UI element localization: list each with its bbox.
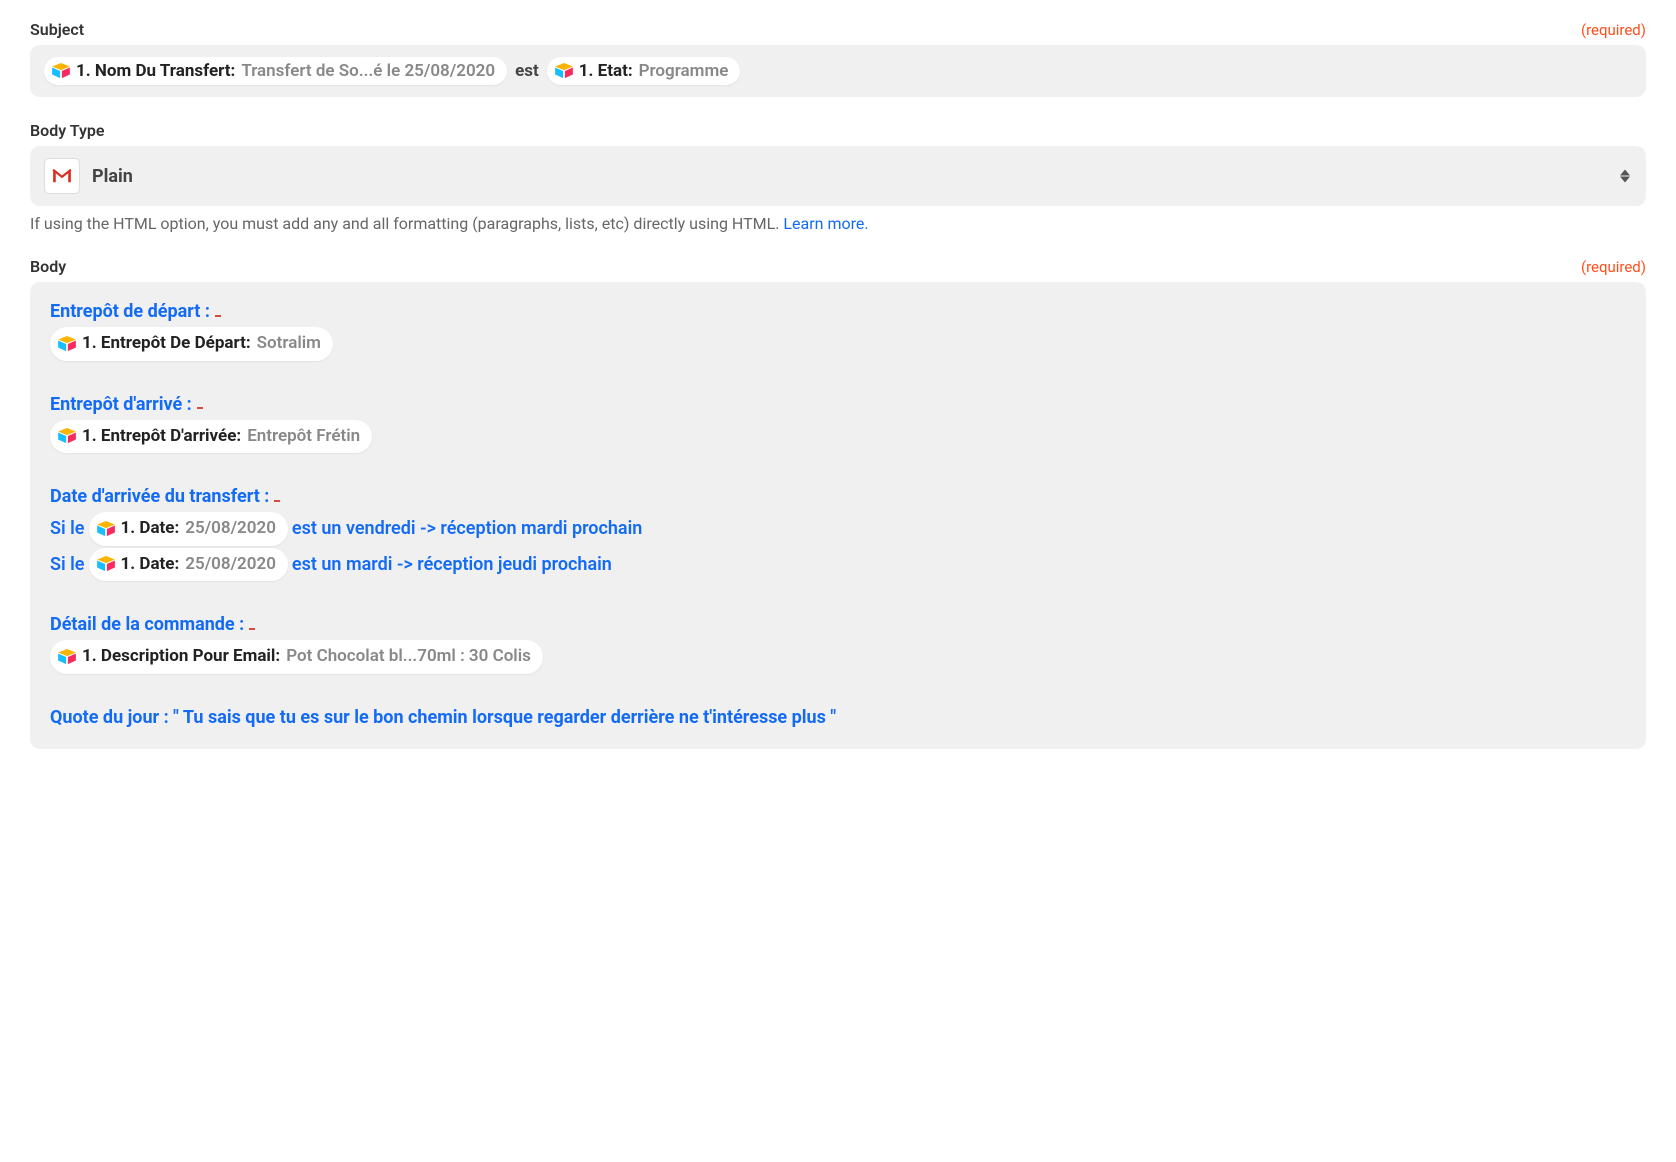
body-line-depart-pill: 1. Entrepôt De Départ: Sotralim [50, 327, 1626, 361]
subject-pill-etat[interactable]: 1. Etat: Programme [547, 57, 741, 85]
pill-date-1[interactable]: 1. Date: 25/08/2020 [89, 512, 288, 546]
help-text-content: If using the HTML option, you must add a… [30, 214, 783, 233]
body-required: (required) [1581, 258, 1646, 276]
pill-label: 1. Entrepôt D'arrivée: [82, 424, 241, 450]
text-rule-vendredi: est un vendredi -> réception mardi proch… [292, 515, 642, 542]
body-heading-detail: Détail de la commande : [50, 611, 1626, 638]
gmail-icon [44, 158, 80, 194]
pill-label: 1. Entrepôt De Départ: [82, 331, 251, 357]
pill-value: Programme [639, 61, 729, 81]
subject-pill-transfer[interactable]: 1. Nom Du Transfert: Transfert de So...é… [44, 57, 507, 85]
pill-value: Transfert de So...é le 25/08/2020 [241, 61, 495, 81]
subject-section: Subject (required) 1. Nom Du Transfert: … [30, 20, 1646, 97]
pill-label: 1. Nom Du Transfert: [76, 61, 235, 81]
bodytype-header: Body Type [30, 121, 1646, 140]
learn-more-link[interactable]: Learn more. [783, 214, 868, 233]
pill-value: 25/08/2020 [185, 516, 276, 542]
pill-entrepot-depart[interactable]: 1. Entrepôt De Départ: Sotralim [50, 327, 333, 361]
pill-label: 1. Date: [121, 552, 180, 578]
spellcheck-mark [249, 628, 255, 630]
body-line-detail-pill: 1. Description Pour Email: Pot Chocolat … [50, 640, 1626, 674]
spellcheck-mark [274, 500, 280, 502]
body-heading-depart: Entrepôt de départ : [50, 298, 1626, 325]
airtable-icon [58, 649, 76, 665]
pill-description[interactable]: 1. Description Pour Email: Pot Chocolat … [50, 640, 543, 674]
body-line-arrive-pill: 1. Entrepôt D'arrivée: Entrepôt Frétin [50, 420, 1626, 454]
subject-input[interactable]: 1. Nom Du Transfert: Transfert de So...é… [30, 45, 1646, 97]
spellcheck-mark [197, 407, 203, 409]
airtable-icon [52, 63, 70, 79]
subject-text-est: est [513, 61, 541, 81]
pill-label: 1. Etat: [579, 61, 633, 81]
select-caret-icon [1620, 170, 1630, 183]
subject-label: Subject [30, 20, 84, 39]
body-heading-date: Date d'arrivée du transfert : [50, 483, 1626, 510]
body-line-date-rule2: Si le 1. Date: 25/08/2020 est un mardi -… [50, 548, 1626, 582]
pill-value: Entrepôt Frétin [247, 424, 360, 450]
body-heading-arrive: Entrepôt d'arrivé : [50, 391, 1626, 418]
pill-label: 1. Date: [121, 516, 180, 542]
body-input[interactable]: Entrepôt de départ : 1. Entrepôt De Dépa… [30, 282, 1646, 749]
body-label: Body [30, 257, 66, 276]
airtable-icon [58, 336, 76, 352]
bodytype-label: Body Type [30, 121, 105, 140]
bodytype-value: Plain [92, 166, 133, 187]
pill-date-2[interactable]: 1. Date: 25/08/2020 [89, 548, 288, 582]
bodytype-help: If using the HTML option, you must add a… [30, 214, 1646, 233]
pill-value: Pot Chocolat bl...70ml : 30 Colis [286, 644, 531, 670]
text-si-le-2: Si le [50, 551, 85, 578]
subject-header: Subject (required) [30, 20, 1646, 39]
airtable-icon [555, 63, 573, 79]
pill-value: Sotralim [257, 331, 321, 357]
body-quote: Quote du jour : " Tu sais que tu es sur … [50, 704, 1626, 731]
body-line-date-rule1: Si le 1. Date: 25/08/2020 est un vendred… [50, 512, 1626, 546]
subject-required: (required) [1581, 21, 1646, 39]
pill-value: 25/08/2020 [185, 552, 276, 578]
text-si-le-1: Si le [50, 515, 85, 542]
spellcheck-mark [215, 315, 221, 317]
pill-label: 1. Description Pour Email: [82, 644, 280, 670]
airtable-icon [97, 556, 115, 572]
bodytype-select[interactable]: Plain [30, 146, 1646, 206]
airtable-icon [97, 521, 115, 537]
bodytype-section: Body Type Plain If using the HTML option… [30, 121, 1646, 233]
body-header: Body (required) [30, 257, 1646, 276]
airtable-icon [58, 428, 76, 444]
body-section: Body (required) Entrepôt de départ : 1. … [30, 257, 1646, 749]
pill-entrepot-arrive[interactable]: 1. Entrepôt D'arrivée: Entrepôt Frétin [50, 420, 372, 454]
text-rule-mardi: est un mardi -> réception jeudi prochain [292, 551, 612, 578]
gmail-icon-svg [51, 168, 73, 184]
